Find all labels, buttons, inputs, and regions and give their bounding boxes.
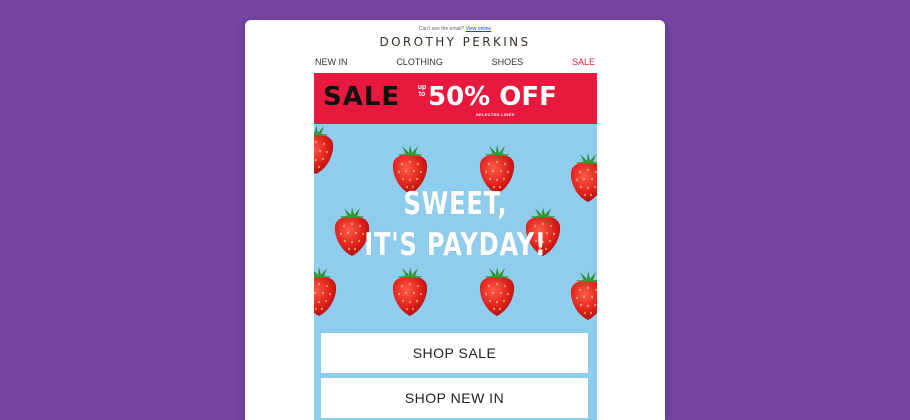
preheader: Can't see the email? View online [245, 26, 665, 32]
hero-image[interactable]: SWEET, IT'S PAYDAY! SHOP SALE SHOP NEW I… [314, 124, 597, 420]
banner-to-text: to [418, 91, 426, 98]
hero-line-2: IT'S PAYDAY! [364, 227, 547, 263]
shop-new-in-button[interactable]: SHOP NEW IN [321, 378, 588, 418]
view-online-link[interactable]: View online [466, 26, 491, 32]
banner-note: SELECTED LINES [476, 112, 515, 117]
banner-sale-text: SALE [323, 82, 401, 112]
email-card: Can't see the email? View online DOROTHY… [245, 20, 665, 420]
shop-sale-button[interactable]: SHOP SALE [321, 333, 588, 373]
sale-banner[interactable]: SALE up to 50% OFF SELECTED LINES [314, 73, 597, 124]
hero-headline: SWEET, IT'S PAYDAY! [345, 184, 566, 266]
strawberry-icon [568, 152, 597, 204]
strawberry-icon [314, 266, 339, 318]
banner-discount: 50% OFF [428, 82, 557, 112]
nav-shoes[interactable]: SHOES [492, 57, 524, 67]
strawberry-icon [390, 266, 430, 318]
banner-up-to: up to [417, 84, 427, 98]
hero-line-1: SWEET, [403, 186, 508, 222]
nav-clothing[interactable]: CLOTHING [396, 57, 443, 67]
strawberry-icon [568, 270, 597, 322]
nav-new-in[interactable]: NEW IN [315, 57, 348, 67]
nav-sale[interactable]: SALE [572, 57, 595, 67]
banner-up-text: up [417, 84, 427, 91]
nav-bar: NEW IN CLOTHING SHOES SALE [315, 57, 595, 67]
brand-logo[interactable]: DOROTHY PERKINS [245, 35, 665, 49]
strawberry-icon [314, 124, 336, 176]
strawberry-icon [477, 266, 517, 318]
preheader-text: Can't see the email? [418, 26, 465, 32]
